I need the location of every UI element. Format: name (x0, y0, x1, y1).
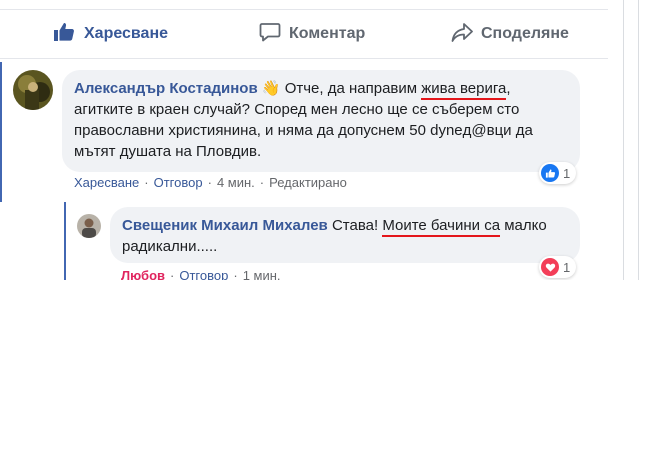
edited-label[interactable]: Редактирано (269, 175, 347, 190)
share-icon (451, 21, 473, 48)
comment-icon (259, 21, 281, 48)
reaction-count: 1 (563, 165, 571, 181)
like-label: Харесване (84, 25, 169, 42)
avatar[interactable] (13, 70, 53, 110)
comments-panel: Харесване Коментар Споделяне Александър … (0, 0, 648, 280)
comment-author[interactable]: Александър Костадинов (74, 80, 258, 97)
separator: · (170, 268, 175, 280)
share-label: Споделяне (481, 25, 569, 42)
reaction-count: 1 (563, 259, 571, 275)
comment-thread-indicator (0, 62, 2, 202)
divider (0, 9, 608, 10)
separator: · (144, 175, 149, 190)
comment-button[interactable]: Коментар (259, 14, 365, 54)
reply-text: Става! (331, 217, 383, 234)
reaction-summary[interactable]: 1 (539, 162, 577, 184)
like-reaction-icon (541, 164, 559, 182)
reply-text-highlight: Моите бачини са (382, 217, 501, 237)
comment-label: Коментар (289, 25, 366, 42)
reply-reply-link[interactable]: Отговор (179, 268, 228, 280)
comment-text-highlight: жива верига (421, 80, 507, 100)
reply-timestamp[interactable]: 1 мин. (243, 268, 281, 280)
separator: · (207, 175, 212, 190)
reply-love-link[interactable]: Любов (121, 268, 165, 280)
post-action-bar: Харесване Коментар Споделяне (0, 14, 610, 54)
separator: · (233, 268, 238, 280)
heart-reaction-icon (541, 258, 559, 276)
divider (0, 58, 608, 59)
like-button[interactable]: Харесване (52, 14, 168, 54)
reply-bubble: Свещеник Михаил Михалев Става! Моите бач… (110, 207, 580, 263)
comment-like-link[interactable]: Харесване (74, 175, 139, 190)
comment-timestamp[interactable]: 4 мин. (217, 175, 255, 190)
waving-hand-icon: 👋 (261, 80, 281, 97)
reply-author[interactable]: Свещеник Михаил Михалев (122, 217, 328, 234)
comment-actions: Харесване · Отговор · 4 мин. · Редактира… (74, 175, 347, 190)
avatar[interactable] (77, 214, 101, 238)
reply-actions: Любов · Отговор · 1 мин. (121, 268, 281, 280)
comment-reply-link[interactable]: Отговор (154, 175, 203, 190)
reaction-summary[interactable]: 1 (539, 256, 577, 278)
share-button[interactable]: Споделяне (451, 14, 569, 54)
separator: · (259, 175, 265, 190)
comment-bubble: Александър Костадинов 👋 Отче, да направи… (62, 70, 580, 172)
comment-text: Отче, да направим (284, 80, 422, 97)
reply-thread-indicator (64, 202, 66, 280)
thumbs-up-icon (52, 20, 76, 49)
scrollbar[interactable] (623, 0, 639, 280)
